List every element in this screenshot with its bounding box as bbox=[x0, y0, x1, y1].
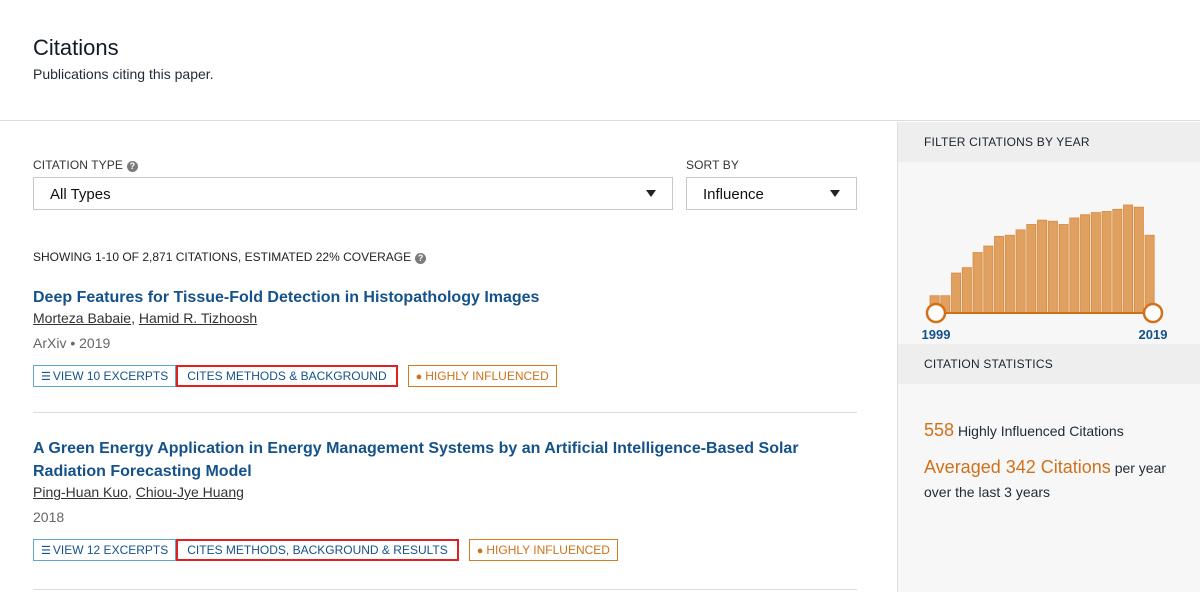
view-excerpts-button[interactable]: ☰ VIEW 12 EXCERPTS bbox=[33, 539, 177, 561]
page-header: Citations Publications citing this paper… bbox=[0, 0, 1200, 121]
showing-count: SHOWING 1-10 OF 2,871 CITATIONS, ESTIMAT… bbox=[33, 250, 427, 264]
citation-type-select[interactable]: All Types bbox=[33, 177, 673, 210]
year-bar-2008[interactable] bbox=[1026, 224, 1037, 314]
divider bbox=[33, 589, 857, 590]
highly-influenced-badge[interactable]: ● HIGHLY INFLUENCED bbox=[407, 365, 557, 387]
year-bar-2009[interactable] bbox=[1037, 219, 1048, 314]
author-link[interactable]: Hamid R. Tizhoosh bbox=[139, 310, 257, 326]
divider bbox=[33, 412, 857, 413]
year-bar-2004[interactable] bbox=[983, 245, 994, 314]
cites-intent-badge[interactable]: CITES METHODS & BACKGROUND bbox=[176, 365, 398, 387]
year-bar-2003[interactable] bbox=[972, 252, 983, 314]
range-label-end: 2019 bbox=[1139, 327, 1168, 342]
year-bar-2011[interactable] bbox=[1058, 224, 1069, 314]
list-icon: ☰ bbox=[41, 371, 51, 383]
help-icon[interactable]: ? bbox=[415, 253, 427, 264]
dropdown-arrow-icon bbox=[830, 190, 840, 197]
citation-statistics-heading: CITATION STATISTICS bbox=[898, 344, 1200, 384]
result-authors: Ping-Huan Kuo, Chiou-Jye Huang bbox=[33, 484, 244, 500]
cites-intent-badge[interactable]: CITES METHODS, BACKGROUND & RESULTS bbox=[176, 539, 459, 561]
dropdown-arrow-icon bbox=[646, 190, 656, 197]
highly-influenced-badge[interactable]: ● HIGHLY INFLUENCED bbox=[468, 539, 618, 561]
year-bar-2015[interactable] bbox=[1101, 211, 1112, 314]
range-label-start: 1999 bbox=[922, 327, 951, 342]
list-icon: ☰ bbox=[41, 545, 51, 557]
sort-by-label: SORT BY bbox=[686, 158, 739, 172]
year-bar-2001[interactable] bbox=[951, 272, 962, 314]
page-subtitle: Publications citing this paper. bbox=[33, 66, 214, 82]
citation-result: Deep Features for Tissue-Fold Detection … bbox=[33, 286, 857, 387]
citations-main: CITATION TYPE? All Types SORT BY Influen… bbox=[0, 122, 897, 592]
filter-by-year-heading: FILTER CITATIONS BY YEAR bbox=[898, 122, 1200, 162]
year-bar-2005[interactable] bbox=[994, 235, 1005, 314]
result-venue: ArXiv • 2019 bbox=[33, 335, 111, 351]
view-excerpts-button[interactable]: ☰ VIEW 10 EXCERPTS bbox=[33, 365, 177, 387]
range-handle-start[interactable] bbox=[925, 302, 947, 324]
year-bar-2014[interactable] bbox=[1090, 212, 1101, 314]
year-bar-2017[interactable] bbox=[1123, 204, 1134, 314]
result-title[interactable]: Deep Features for Tissue-Fold Detection … bbox=[33, 286, 857, 309]
page-title: Citations bbox=[33, 35, 119, 60]
result-title[interactable]: A Green Energy Application in Energy Man… bbox=[33, 437, 857, 483]
year-bar-2002[interactable] bbox=[961, 267, 972, 314]
result-venue: 2018 bbox=[33, 509, 65, 525]
year-histogram: 1999 2019 bbox=[898, 162, 1200, 344]
year-bar-2016[interactable] bbox=[1112, 208, 1123, 314]
year-bar-2007[interactable] bbox=[1015, 229, 1026, 314]
author-link[interactable]: Chiou-Jye Huang bbox=[136, 484, 244, 500]
year-bar-2006[interactable] bbox=[1004, 234, 1015, 314]
author-link[interactable]: Ping-Huan Kuo bbox=[33, 484, 128, 500]
lightbulb-icon: ● bbox=[476, 545, 484, 557]
year-bar-2013[interactable] bbox=[1080, 214, 1091, 314]
lightbulb-icon: ● bbox=[415, 371, 423, 383]
average-citations-stat: Averaged 342 Citations per year over the… bbox=[924, 457, 1167, 500]
range-handle-end[interactable] bbox=[1142, 302, 1164, 324]
sidebar: FILTER CITATIONS BY YEAR 1999 2019 CITATI… bbox=[897, 122, 1200, 592]
year-histogram-chart[interactable]: 1999 2019 bbox=[898, 162, 1200, 344]
author-link[interactable]: Morteza Babaie bbox=[33, 310, 131, 326]
citation-type-label: CITATION TYPE? bbox=[33, 158, 138, 172]
citation-result: A Green Energy Application in Energy Man… bbox=[33, 437, 857, 561]
help-icon[interactable]: ? bbox=[126, 161, 138, 172]
sort-by-select[interactable]: Influence bbox=[686, 177, 857, 210]
highly-influenced-stat: 558 Highly Influenced Citations bbox=[924, 420, 1124, 440]
year-bar-2019[interactable] bbox=[1144, 234, 1155, 314]
year-bar-2010[interactable] bbox=[1047, 220, 1058, 314]
year-bar-2018[interactable] bbox=[1133, 206, 1144, 314]
result-authors: Morteza Babaie, Hamid R. Tizhoosh bbox=[33, 310, 258, 326]
year-bar-2012[interactable] bbox=[1069, 217, 1080, 314]
